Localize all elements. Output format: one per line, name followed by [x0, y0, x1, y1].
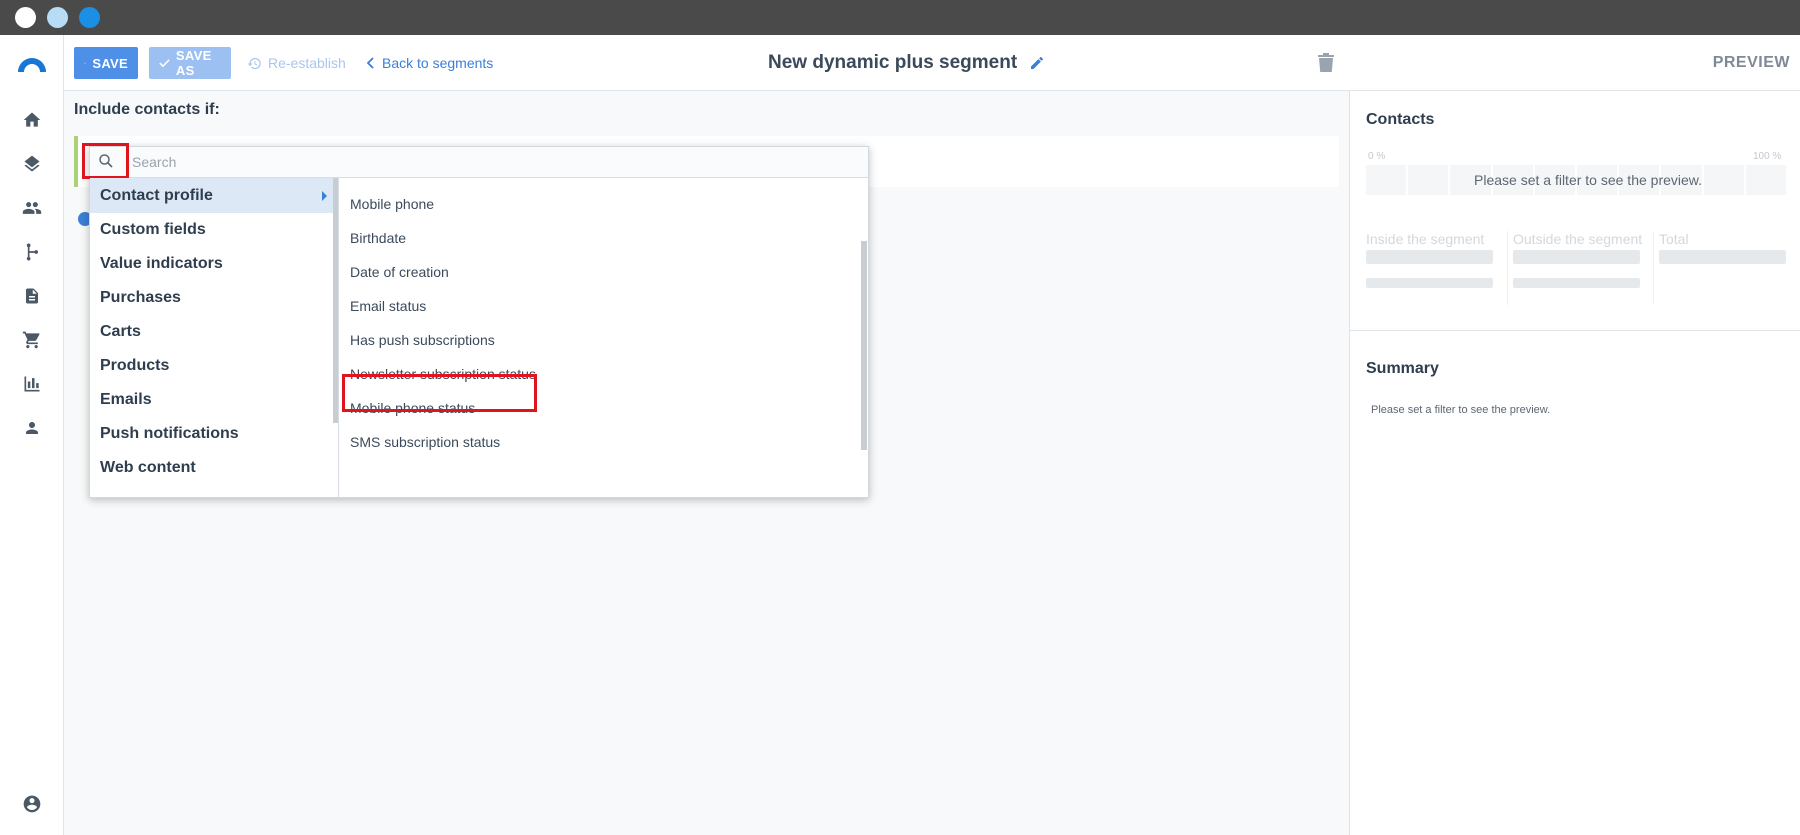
category-value-indicators[interactable]: Value indicators — [90, 246, 333, 281]
summary-message: Please set a filter to see the preview. — [1371, 404, 1551, 416]
category-contact-profile[interactable]: Contact profile — [90, 178, 333, 213]
category-custom-fields[interactable]: Custom fields — [90, 212, 333, 247]
toolbar: SAVE SAVE AS Re-establish Back to segmen… — [64, 35, 1350, 91]
reestablish-button[interactable]: Re-establish — [247, 47, 346, 79]
attribute-label: Email status — [350, 298, 427, 314]
skeleton-bar — [1513, 278, 1640, 288]
person-icon[interactable] — [20, 416, 44, 440]
category-label: Contact profile — [100, 186, 213, 204]
layers-icon[interactable] — [20, 152, 44, 176]
history-icon — [247, 57, 261, 69]
attribute-date-of-creation[interactable]: Date of creation — [340, 255, 860, 289]
attribute-email-status[interactable]: Email status — [340, 289, 860, 323]
trash-icon[interactable] — [1318, 53, 1334, 78]
skeleton-bar — [1513, 250, 1640, 264]
inside-segment-label: Inside the segment — [1366, 231, 1485, 247]
highlight-box — [342, 374, 537, 412]
category-label: Push notifications — [100, 424, 239, 442]
category-label: Custom fields — [100, 220, 206, 238]
attribute-has-push-subscriptions[interactable]: Has push subscriptions — [340, 323, 860, 357]
attribute-label: SMS subscription status — [350, 434, 501, 450]
category-products[interactable]: Products — [90, 348, 333, 383]
search-icon[interactable] — [82, 143, 129, 179]
section-divider — [1350, 330, 1800, 331]
flow-icon[interactable] — [20, 240, 44, 264]
stat-divider — [1653, 231, 1654, 305]
skeleton-bar — [1366, 250, 1493, 264]
check-icon — [84, 62, 87, 64]
document-icon[interactable] — [20, 284, 44, 308]
search-input[interactable] — [132, 151, 832, 173]
category-push-notifications[interactable]: Push notifications — [90, 416, 333, 451]
cart-icon[interactable] — [20, 328, 44, 352]
category-label: Web content — [100, 458, 196, 476]
pct-min-label: 0 % — [1368, 151, 1386, 162]
pencil-icon[interactable] — [1029, 55, 1045, 71]
search-bar — [82, 143, 868, 179]
outside-segment-label: Outside the segment — [1513, 231, 1643, 247]
pct-max-label: 100 % — [1753, 151, 1782, 162]
attribute-list: Mobile phone Birthdate Date of creation … — [340, 178, 868, 498]
contacts-empty-message: Please set a filter to see the preview. — [1474, 172, 1703, 188]
segment-name: New dynamic plus segment — [768, 52, 1018, 73]
chevron-left-icon — [366, 57, 374, 69]
save-button[interactable]: SAVE — [74, 47, 138, 79]
save-as-button[interactable]: SAVE AS — [149, 47, 231, 79]
category-emails[interactable]: Emails — [90, 382, 333, 417]
window-close-button[interactable] — [15, 7, 36, 28]
app-logo[interactable] — [16, 55, 48, 73]
attribute-label: Birthdate — [350, 230, 407, 246]
back-label: Back to segments — [382, 55, 494, 71]
category-scrollbar[interactable] — [333, 178, 338, 423]
reestablish-label: Re-establish — [268, 55, 346, 71]
window-titlebar — [0, 0, 1800, 35]
save-label: SAVE — [92, 55, 128, 71]
attribute-birthdate[interactable]: Birthdate — [340, 221, 860, 255]
skeleton-bar — [1659, 250, 1786, 264]
total-label: Total — [1659, 231, 1689, 247]
category-list: Contact profile Custom fields Value indi… — [90, 178, 339, 498]
attribute-sms-subscription-status[interactable]: SMS subscription status — [340, 425, 860, 459]
category-label: Carts — [100, 322, 141, 340]
arrow-right-icon — [322, 191, 327, 201]
attribute-label: Mobile phone — [350, 196, 435, 212]
window-maximize-button[interactable] — [79, 7, 100, 28]
summary-title: Summary — [1366, 360, 1439, 377]
back-to-segments-link[interactable]: Back to segments — [366, 47, 493, 79]
category-carts[interactable]: Carts — [90, 314, 333, 349]
category-web-content[interactable]: Web content — [90, 450, 333, 485]
category-purchases[interactable]: Purchases — [90, 280, 333, 315]
chart-icon[interactable] — [20, 372, 44, 396]
attribute-mobile-phone[interactable]: Mobile phone — [340, 187, 860, 221]
preview-header: PREVIEW — [1350, 35, 1800, 91]
skeleton-bar — [1366, 278, 1493, 288]
page-title: New dynamic plus segment — [768, 52, 1045, 74]
stat-divider — [1507, 231, 1508, 305]
include-contacts-label: Include contacts if: — [74, 101, 220, 118]
preview-panel: PREVIEW Contacts 0 % 100 % Please set a … — [1350, 35, 1800, 835]
contacts-title: Contacts — [1366, 111, 1435, 128]
home-icon[interactable] — [20, 108, 44, 132]
category-label: Products — [100, 356, 170, 374]
category-label: Value indicators — [100, 254, 223, 272]
sidebar — [0, 35, 64, 835]
category-label: Purchases — [100, 288, 181, 306]
save-as-label: SAVE AS — [175, 48, 212, 78]
filter-dropdown: Contact profile Custom fields Value indi… — [82, 143, 869, 498]
people-icon[interactable] — [20, 196, 44, 220]
category-label: Emails — [100, 390, 152, 408]
attribute-label: Has push subscriptions — [350, 332, 495, 348]
window-minimize-button[interactable] — [47, 7, 68, 28]
attribute-scrollbar[interactable] — [861, 241, 867, 450]
check-icon — [159, 59, 170, 68]
attribute-label: Date of creation — [350, 264, 449, 280]
account-icon[interactable] — [20, 792, 44, 816]
preview-title: PREVIEW — [1712, 54, 1790, 71]
